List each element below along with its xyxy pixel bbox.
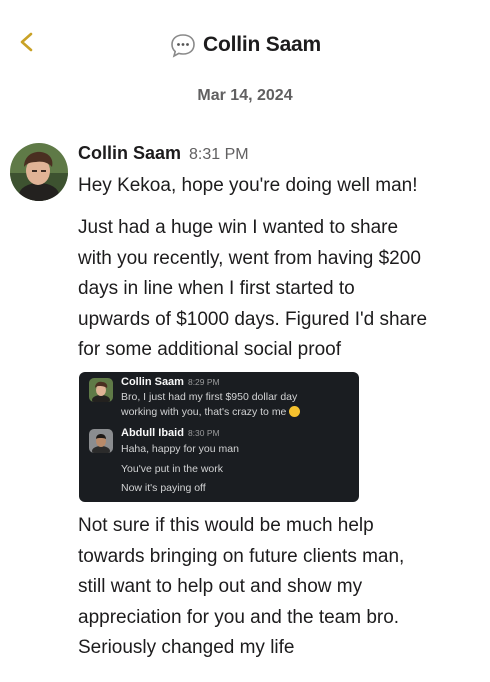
sender-name[interactable]: Collin Saam [78,143,181,164]
message-time: 8:31 PM [189,146,249,163]
message-paragraph-2: Just had a huge win I wanted to share wi… [78,213,427,366]
screenshot-avatar-abdull [89,429,113,453]
screenshot-sender-name: Abdull Ibaid 8:30 PM [121,427,220,439]
message-paragraph-3: Not sure if this would be much help towa… [78,511,404,664]
screenshot-message-line: Haha, happy for you man [121,443,239,455]
message-line: Seriously changed my life [78,637,295,658]
screenshot-message-line: working with you, that's crazy to me [121,406,301,418]
message-line: upwards of $1000 days. Figured I'd share [78,308,428,330]
sender-avatar[interactable] [10,143,68,201]
message-line: Hey Kekoa, hope you're doing well man! [78,175,418,196]
screenshot-sender-name: Collin Saam 8:29 PM [121,376,220,388]
screenshot-message-time: 8:30 PM [187,428,220,438]
message-paragraph-1: Hey Kekoa, hope you're doing well man! [78,171,418,202]
message-line: Not sure if this would be much help [78,515,374,536]
message-line: still want to help out and show my [78,576,363,597]
attached-screenshot[interactable]: Collin Saam 8:29 PM Bro, I just had my fi… [79,372,359,502]
screenshot-avatar-collin [89,378,113,402]
speech-bubble-icon [171,34,195,58]
page-title: Collin Saam [203,33,321,56]
screenshot-message-line: Now it's paying off [121,482,206,494]
conversation-title[interactable]: Collin Saam [0,31,490,59]
screenshot-message-line: You've put in the work [121,463,224,475]
screenshot-message-time: 8:29 PM [187,377,220,387]
avatar-photo [10,143,68,201]
message-line: days in line when I first started to [78,278,355,299]
message-line: towards bringing on future clients man, [78,545,405,567]
message-line: Just had a huge win I wanted to share [78,217,399,238]
date-divider: Mar 14, 2024 [197,87,293,104]
message-line: with you recently, went from having $200 [78,247,421,269]
grinning-face-emoji [289,406,301,417]
message-header: Collin Saam 8:31 PM [78,143,478,169]
message-line: appreciation for you and the team bro. [78,606,400,628]
header: Collin Saam [0,0,490,90]
screenshot-message-line: Bro, I just had my first $950 dollar day [121,391,298,403]
message-line: for some additional social proof [78,339,341,360]
